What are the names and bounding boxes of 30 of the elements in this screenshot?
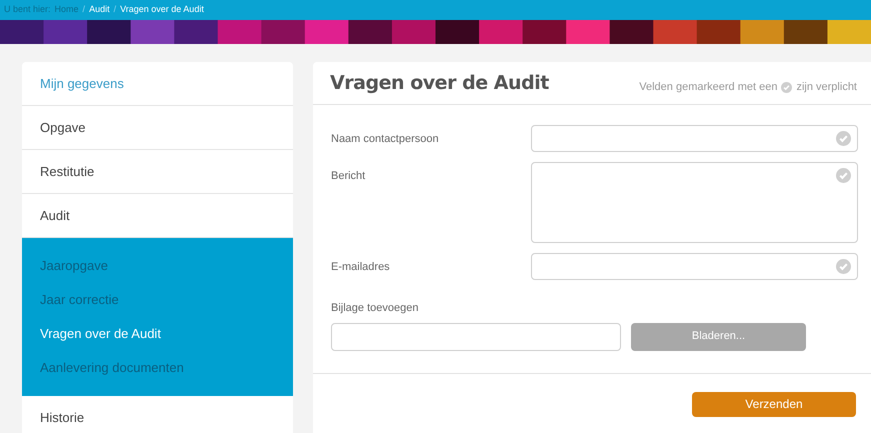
input-field[interactable] bbox=[531, 162, 858, 243]
check-icon bbox=[836, 168, 851, 183]
breadcrumb-link[interactable]: Audit bbox=[89, 3, 110, 17]
field-label: Bericht bbox=[331, 169, 366, 184]
attachment-label: Bijlage toevoegen bbox=[331, 301, 420, 316]
check-icon bbox=[836, 259, 851, 274]
breadcrumb-link[interactable]: Vragen over de Audit bbox=[120, 3, 204, 17]
sidebar-item[interactable]: Opgave bbox=[22, 106, 293, 150]
check-icon bbox=[781, 82, 792, 92]
field-label: Naam contactpersoon bbox=[331, 132, 440, 147]
attachment-field[interactable] bbox=[331, 322, 621, 350]
submit-button[interactable]: Verzenden bbox=[692, 392, 856, 416]
breadcrumb-separator: / bbox=[114, 3, 116, 16]
input-field[interactable] bbox=[531, 253, 858, 280]
submenu-item[interactable]: Jaar correctie bbox=[22, 283, 293, 317]
required-note: Velden gemarkeerd met een bbox=[639, 80, 778, 95]
submenu-item[interactable]: Vragen over de Audit bbox=[22, 317, 293, 351]
breadcrumb-separator: / bbox=[82, 3, 86, 16]
submenu-item[interactable]: Jaaropgave bbox=[22, 249, 293, 283]
sidebar-item[interactable]: Restitutie bbox=[22, 150, 293, 194]
breadcrumb-prefix: U bent hier: bbox=[4, 3, 51, 16]
input-field[interactable] bbox=[531, 125, 858, 152]
form-title: Vragen over de Audit bbox=[330, 70, 549, 96]
required-note: zijn verplicht bbox=[796, 80, 857, 95]
breadcrumb-link[interactable]: Home bbox=[54, 3, 79, 17]
check-icon bbox=[836, 131, 851, 146]
sidebar-item[interactable]: Mijn gegevens bbox=[22, 62, 293, 106]
submenu-item[interactable]: Aanlevering documenten bbox=[22, 351, 293, 385]
sidebar-item[interactable]: Historie bbox=[22, 396, 293, 433]
field-label: E-mailadres bbox=[331, 260, 391, 275]
